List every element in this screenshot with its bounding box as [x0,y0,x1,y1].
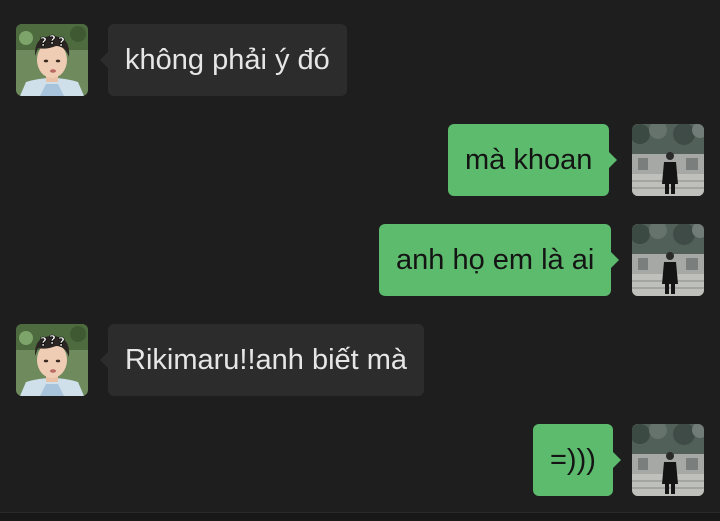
bubble-tail [612,452,621,468]
bubble-tail [609,152,618,168]
bubble-tail [611,252,620,268]
message-row: =))) [0,424,720,496]
incoming-message-bubble[interactable]: không phải ý đó [100,24,347,96]
bubble-tail [100,352,108,368]
avatar[interactable] [16,324,88,396]
incoming-message-bubble[interactable]: Rikimaru!!anh biết mà [100,324,425,396]
outgoing-message-bubble[interactable]: anh họ em là ai [379,224,620,296]
message-text: mà khoan [465,144,593,176]
avatar[interactable] [632,424,704,496]
street-photo-avatar-icon [632,224,704,296]
outgoing-message-bubble[interactable]: mà khoan [448,124,618,196]
avatar[interactable] [16,24,88,96]
message-row: Rikimaru!!anh biết mà [0,324,720,396]
message-row: mà khoan [0,124,720,196]
outgoing-message-bubble[interactable]: =))) [533,424,621,496]
message-row: anh họ em là ai [0,224,720,296]
bubble-tail [100,52,108,68]
avatar[interactable] [632,124,704,196]
confused-boy-avatar-icon [16,324,88,396]
confused-boy-avatar-icon [16,24,88,96]
message-row: không phải ý đó [0,24,720,96]
message-text: không phải ý đó [125,44,330,76]
street-photo-avatar-icon [632,124,704,196]
message-text: =))) [550,444,596,476]
avatar[interactable] [632,224,704,296]
street-photo-avatar-icon [632,424,704,496]
message-text: Rikimaru!!anh biết mà [125,344,408,376]
message-text: anh họ em là ai [396,244,595,276]
